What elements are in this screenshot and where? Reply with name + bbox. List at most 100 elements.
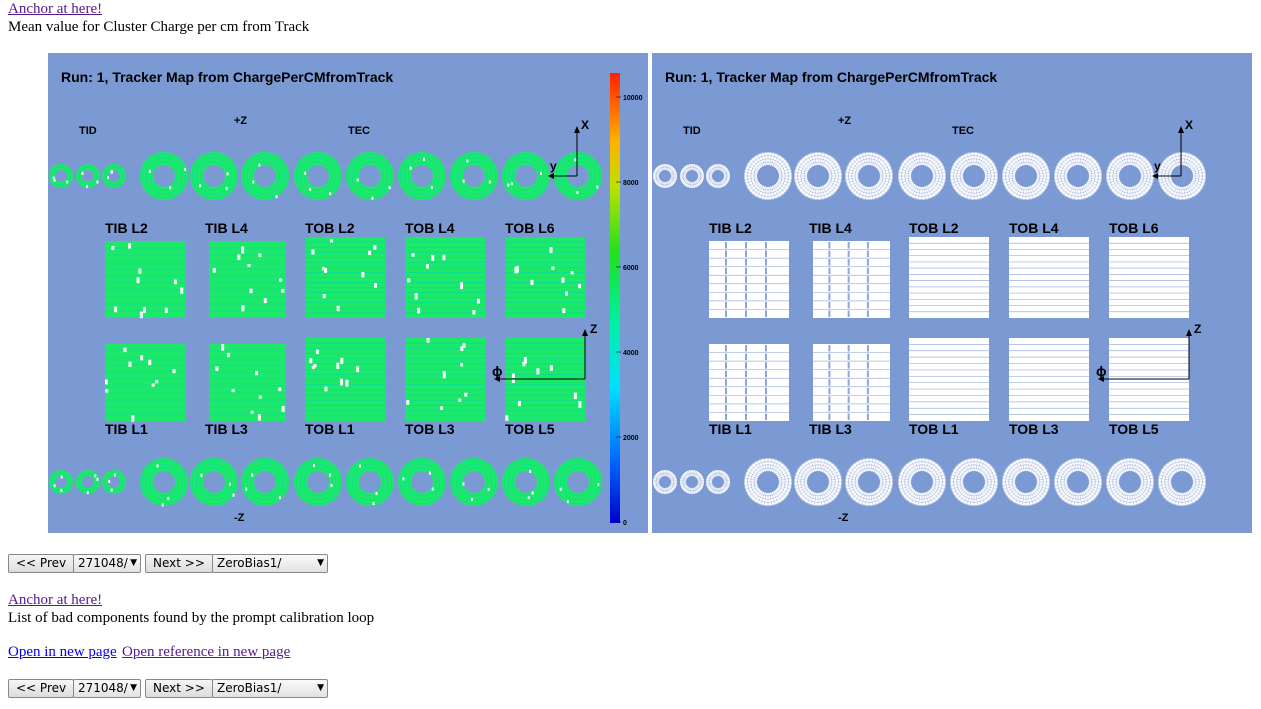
barrel-gap: [725, 284, 727, 292]
plus-z-label: +Z: [838, 115, 851, 127]
barrel-dead-module: [417, 307, 421, 314]
disk-hole: [254, 165, 276, 187]
barrel-dead-module: [258, 253, 262, 258]
disk-hole: [55, 170, 67, 182]
barrel-dead-module: [505, 415, 509, 421]
disk-dead-module: [86, 184, 89, 188]
barrel-dead-module: [407, 278, 411, 283]
barrel-gap: [725, 293, 727, 300]
barrel-dead-module: [281, 405, 285, 412]
reference-tracker-map-image[interactable]: Run: 1, Tracker Map from ChargePerCMfrom…: [652, 53, 1252, 533]
disk-dead-module: [462, 179, 465, 183]
arrow-icon: [1186, 329, 1192, 336]
disk-minus-z: [140, 458, 188, 507]
disk-hole: [1119, 471, 1141, 493]
disk-dead-module: [531, 491, 534, 495]
barrel-block: [209, 241, 286, 318]
disk-dead-module: [53, 484, 56, 488]
open-in-new-page-link[interactable]: Open in new page: [8, 644, 117, 661]
barrel-dead-module: [123, 347, 127, 353]
disk-hole: [153, 165, 175, 187]
disk-hole: [1015, 471, 1037, 493]
barrel-dead-module: [250, 410, 254, 414]
dataset-select-bottom[interactable]: ZeroBias1/ ▼: [212, 679, 328, 698]
barrel-dead-module: [573, 392, 577, 400]
disk-dead-module: [359, 464, 362, 468]
disk-hole: [463, 165, 485, 187]
barrel-gap: [847, 345, 850, 352]
barrel-gap: [745, 259, 747, 266]
barrel-gap: [866, 353, 869, 361]
disk-dead-module: [488, 180, 491, 184]
barrel-block: [813, 241, 890, 318]
run-select[interactable]: 271048/▼: [73, 554, 141, 573]
barrel-gap: [765, 267, 767, 275]
barrel-gap: [745, 345, 747, 352]
disk-hole: [203, 165, 225, 187]
disk-dead-module: [529, 469, 532, 473]
barrel-dead-module: [373, 245, 377, 250]
disk-plus-z: [346, 152, 394, 200]
disk-dead-module: [226, 172, 229, 176]
barrel-dead-module: [148, 359, 152, 366]
anchor-link-top[interactable]: Anchor at here!: [8, 1, 102, 18]
layer-label-lower: TIB L1: [105, 421, 148, 437]
disk-plus-z: [294, 152, 342, 200]
next-button-bottom[interactable]: Next >>: [145, 679, 213, 698]
barrel-dead-module: [247, 263, 251, 268]
barrel-gap: [828, 259, 831, 266]
prev-button[interactable]: << Prev: [8, 554, 75, 573]
disk-hole: [82, 476, 94, 488]
disk-dead-module: [184, 167, 187, 171]
barrel-dead-module: [578, 401, 582, 408]
disk-dead-module: [576, 190, 579, 194]
barrel-dead-module: [139, 311, 143, 319]
disk-hole: [858, 165, 880, 187]
axis-x-label: X: [1185, 118, 1193, 132]
layer-label-lower: TOB L5: [1109, 421, 1159, 437]
anchor-link-second[interactable]: Anchor at here!: [8, 592, 102, 609]
disk-dead-module: [566, 500, 569, 504]
barrel-gap: [847, 379, 850, 386]
disk-hole: [1015, 165, 1037, 187]
chevron-down-icon: ▼: [317, 683, 324, 693]
barrel-dead-module: [551, 266, 555, 270]
dataset-select[interactable]: ZeroBias1/ ▼: [212, 554, 328, 573]
barrel-dead-module: [128, 243, 132, 249]
barrel-dead-module: [241, 246, 245, 254]
next-button[interactable]: Next >>: [145, 554, 213, 573]
open-reference-link[interactable]: Open reference in new page: [122, 644, 290, 661]
barrel-dead-module: [279, 278, 283, 282]
barrel-gap: [828, 293, 831, 300]
layer-label-lower: TOB L5: [505, 421, 555, 437]
disk-plus-z: [1054, 152, 1102, 200]
disk-hole: [359, 471, 381, 493]
prev-button-bottom[interactable]: << Prev: [8, 679, 75, 698]
barrel-gap: [866, 345, 869, 352]
layer-label-upper: TOB L6: [505, 220, 555, 236]
barrel-gap: [828, 387, 831, 395]
barrel-dead-module: [258, 395, 262, 399]
barrel-gap: [745, 301, 747, 309]
barrel-dead-module: [263, 298, 267, 304]
barrel-gap: [866, 370, 869, 378]
barrel-gap: [745, 310, 747, 317]
barrel-upper: [813, 241, 890, 318]
tracker-map-image[interactable]: Run: 1, Tracker Map from ChargePerCMfrom…: [48, 53, 648, 533]
barrel-gap: [828, 250, 831, 258]
barrel-dead-module: [373, 283, 377, 288]
barrel-upper: [1009, 237, 1089, 318]
tec-label: TEC: [952, 125, 974, 137]
barrel-gap: [745, 284, 747, 292]
barrel-lower: [1009, 338, 1089, 421]
barrel-upper: [909, 237, 989, 318]
barrel-gap: [745, 387, 747, 395]
layer-label-lower: TIB L3: [809, 421, 852, 437]
disk-dead-module: [596, 185, 599, 189]
barrel-dead-module: [142, 307, 146, 313]
barrel-upper: [505, 237, 585, 318]
barrel-gap: [745, 276, 747, 283]
disk-minus-z: [502, 458, 550, 506]
barrel-dead-module: [356, 366, 360, 373]
run-select-bottom[interactable]: 271048/▼: [73, 679, 141, 698]
